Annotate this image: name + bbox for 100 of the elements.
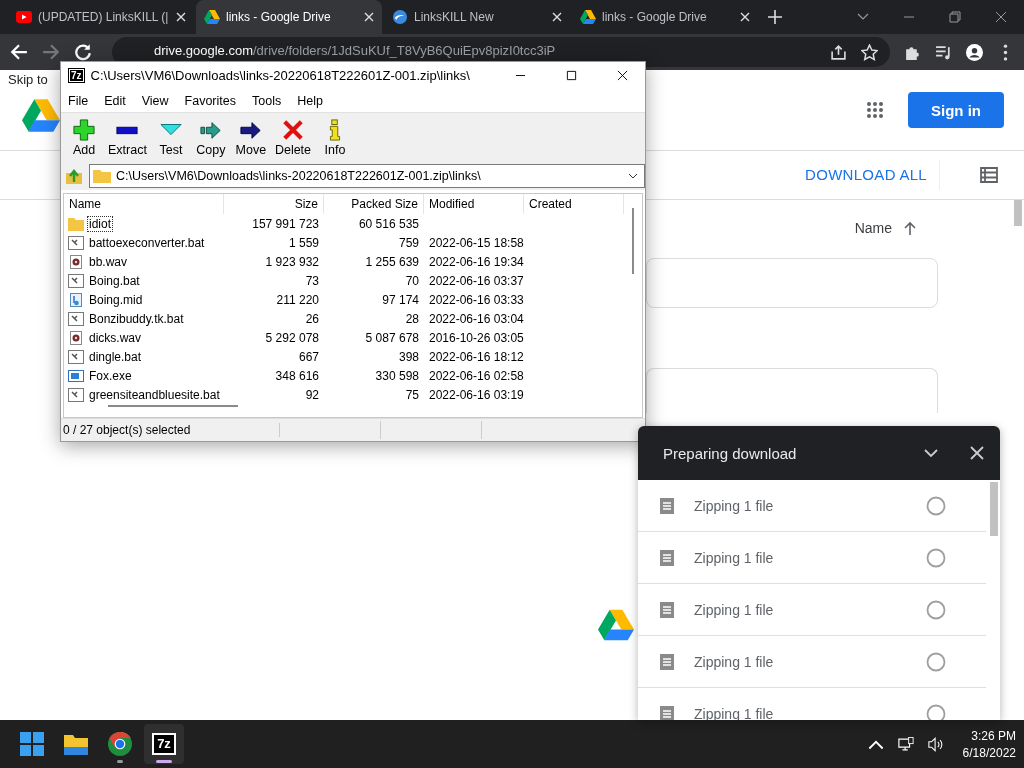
scrollbar-thumb[interactable] (632, 208, 634, 274)
profile-icon[interactable] (966, 43, 983, 61)
column-header[interactable]: Name (64, 194, 224, 214)
menu-item[interactable]: File (68, 93, 89, 108)
download-all-link[interactable]: DOWNLOAD ALL (805, 160, 940, 190)
media-list-icon[interactable] (935, 43, 952, 61)
monitor-icon[interactable] (897, 736, 914, 752)
packed-size-cell-text: 28 (404, 311, 420, 326)
file-name[interactable]: Boing.mid (87, 291, 145, 308)
toolbar-button[interactable]: Info (315, 118, 356, 157)
modified-cell-text: 2016-10-26 03:05 (428, 330, 524, 345)
gear-file-icon (68, 273, 84, 288)
browser-tab[interactable]: LinksKILL New (384, 0, 570, 34)
skip-link[interactable]: Skip to (8, 72, 48, 87)
drive-logo-icon (22, 99, 60, 132)
menu-item[interactable]: Edit (104, 93, 126, 108)
packed-size-cell-text: 97 174 (381, 292, 420, 307)
download-item-text: Zipping 1 file (694, 549, 774, 566)
file-name[interactable]: greensiteandbluesite.bat (87, 386, 222, 403)
browser-tab[interactable]: (UPDATED) LinksKILL (| (8, 0, 194, 34)
gear-file-icon (68, 311, 84, 326)
file-name[interactable]: idiot (87, 215, 113, 232)
folder-up-icon[interactable] (65, 167, 83, 185)
scrollbar-thumb[interactable] (990, 482, 998, 536)
arrow-up-icon[interactable] (904, 221, 916, 235)
restore-icon[interactable] (949, 11, 961, 23)
download-item-text: Zipping 1 file (694, 653, 774, 670)
toolbar-button[interactable]: Copy (190, 118, 231, 157)
file-name[interactable]: bb.wav (87, 253, 130, 270)
path-field[interactable]: C:\Users\VM6\Downloads\links-20220618T222601Z-001.zip\links\ (89, 164, 645, 188)
packed-size-cell-text: 759 (397, 235, 420, 250)
packed-size-cell-text: 1 255 639 (364, 254, 420, 269)
window-title: C:\Users\VM6\Downloads\links-20220618T222601Z-001.zip\links\ (90, 68, 470, 83)
clock[interactable]: 3:26 PM 6/18/2022 (962, 728, 1016, 760)
menu-item[interactable]: Help (297, 93, 323, 108)
modified-cell-text: 2022-06-16 03:33 (428, 292, 524, 307)
gear-file-icon (68, 235, 84, 250)
chevron-down-icon[interactable] (924, 446, 938, 460)
menu-item[interactable]: View (141, 93, 169, 108)
spinner-icon (926, 651, 946, 672)
sign-in-button[interactable]: Sign in (908, 92, 1004, 128)
toolbar-button[interactable]: Delete (270, 118, 316, 157)
sort-label[interactable]: Name (854, 220, 892, 236)
document-icon (660, 601, 674, 618)
document-icon (660, 497, 674, 514)
star-icon[interactable] (861, 43, 878, 61)
browser-tab[interactable]: links - Google Drive (196, 0, 382, 34)
share-icon[interactable] (830, 43, 847, 61)
windows-start-icon (20, 732, 44, 756)
list-view-icon[interactable] (980, 167, 998, 183)
packed-size-cell-text: 70 (404, 273, 420, 288)
drive-logo-icon (598, 609, 634, 641)
file-name[interactable]: Boing.bat (87, 272, 142, 289)
menu-item[interactable]: Tools (252, 93, 282, 108)
menu-item[interactable]: Favorites (184, 93, 236, 108)
size-cell-text: 1 923 932 (264, 254, 320, 269)
toolbar-button[interactable]: Test (150, 118, 191, 157)
packed-size-cell-text: 330 598 (374, 368, 420, 383)
spinner-icon (926, 495, 946, 516)
size-cell-text: 157 991 723 (251, 216, 320, 231)
close-icon[interactable] (617, 70, 628, 81)
toolbar-button[interactable]: Add (64, 118, 104, 157)
apps-grid-icon[interactable] (866, 101, 884, 119)
packed-size-cell-text: 75 (404, 387, 420, 402)
forward-icon[interactable] (42, 43, 60, 61)
taskbar-app[interactable]: 7z (144, 724, 184, 764)
wave-logo-icon (392, 10, 408, 24)
size-cell-text: 211 220 (275, 292, 320, 307)
column-header[interactable]: Size (224, 194, 324, 214)
file-name[interactable]: dingle.bat (87, 348, 144, 365)
scrollbar-thumb[interactable] (108, 405, 238, 407)
video-play-icon (16, 10, 32, 24)
scrollbar-thumb[interactable] (1014, 200, 1022, 226)
close-icon[interactable] (995, 11, 1007, 23)
app-logo: 7z (68, 68, 85, 83)
panel-title: Preparing download (663, 444, 797, 462)
toolbar-button[interactable]: Extract (104, 118, 151, 157)
file-name[interactable]: battoexeconverter.bat (87, 234, 207, 251)
new-tab-icon[interactable] (768, 10, 782, 24)
drive-logo-icon (580, 10, 596, 24)
modified-cell-text: 2022-06-16 03:04 (428, 311, 524, 326)
folder-icon (93, 169, 111, 183)
volume-icon[interactable] (927, 736, 944, 752)
modified-cell-text: 2022-06-16 02:58 (428, 368, 524, 383)
cross-icon (281, 118, 304, 141)
maximize-icon[interactable] (566, 70, 577, 81)
file-name[interactable]: Bonzibuddy.tk.bat (87, 310, 186, 327)
column-header[interactable]: Packed Size (324, 194, 424, 214)
clock-time: 3:26 PM (971, 728, 1016, 743)
toolbar-button[interactable]: Move (230, 118, 271, 157)
file-name[interactable]: dicks.wav (87, 329, 143, 346)
back-icon[interactable] (10, 43, 28, 61)
document-icon (660, 549, 674, 566)
column-header[interactable]: Modified (424, 194, 524, 214)
column-header[interactable]: Created (524, 194, 624, 214)
reload-icon[interactable] (74, 43, 92, 61)
browser-tab[interactable]: links - Google Drive (572, 0, 758, 34)
size-cell-text: 73 (304, 273, 320, 288)
file-name[interactable]: Fox.exe (87, 367, 134, 384)
download-item-text: Zipping 1 file (694, 497, 774, 514)
